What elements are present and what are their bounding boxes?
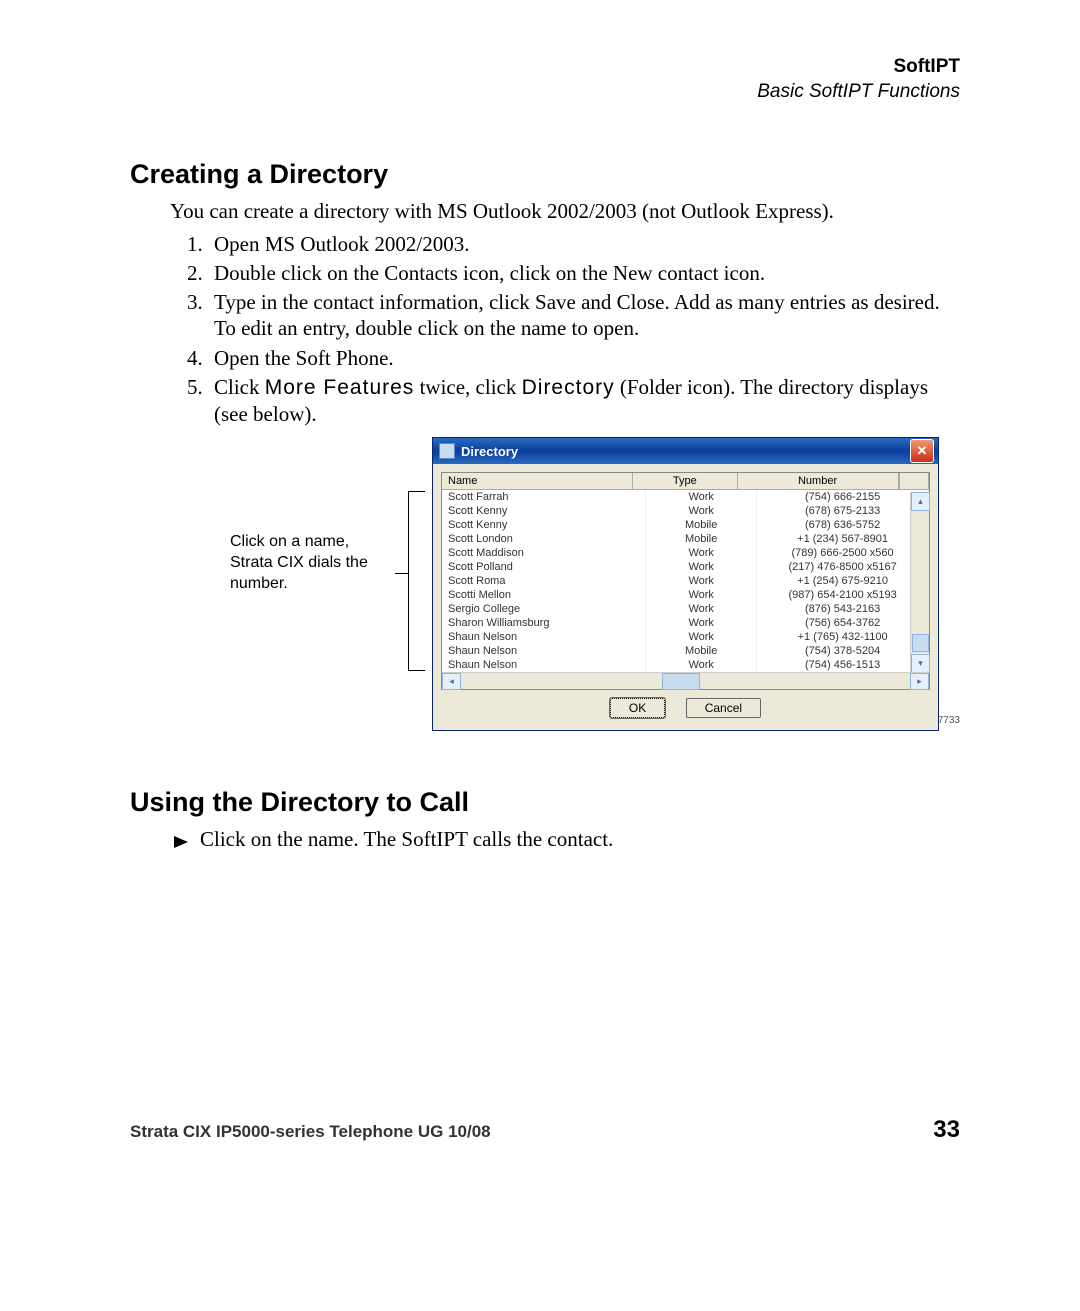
table-row[interactable]: Sergio CollegeWork(876) 543-2163: [442, 602, 929, 616]
section-heading-1: Creating a Directory: [130, 159, 960, 190]
figure-caption: Click on a name, Strata CIX dials the nu…: [230, 532, 395, 594]
hscroll-thumb[interactable]: [662, 673, 700, 690]
intro-text: You can create a directory with MS Outlo…: [170, 198, 960, 224]
header-title: SoftIPT: [130, 55, 960, 80]
scroll-down-icon[interactable]: ▾: [911, 654, 930, 673]
table-row[interactable]: Scott PollandWork(217) 476-8500 x5167: [442, 560, 929, 574]
table-row[interactable]: Shaun NelsonWork(754) 456-1513: [442, 658, 929, 672]
table-row[interactable]: Scott LondonMobile+1 (234) 567-8901: [442, 532, 929, 546]
scroll-thumb[interactable]: [912, 634, 929, 652]
step-5: Click More Features twice, click Directo…: [208, 374, 960, 428]
table-row[interactable]: Shaun NelsonMobile(754) 378-5204: [442, 644, 929, 658]
footer-left: Strata CIX IP5000-series Telephone UG 10…: [130, 1122, 491, 1142]
table-row[interactable]: Scott KennyMobile(678) 636-5752: [442, 518, 929, 532]
cancel-button[interactable]: Cancel: [686, 698, 761, 718]
col-name[interactable]: Name: [442, 473, 633, 489]
step-2: Double click on the Contacts icon, click…: [208, 260, 960, 286]
col-type[interactable]: Type: [633, 473, 737, 489]
header-subtitle: Basic SoftIPT Functions: [130, 80, 960, 105]
bullet-line: Click on the name. The SoftIPT calls the…: [170, 826, 960, 852]
table-row[interactable]: Scott FarrahWork(754) 666-2155: [442, 490, 929, 504]
ok-button[interactable]: OK: [610, 698, 665, 718]
figure-number: 7733: [938, 715, 960, 726]
dialog-titlebar[interactable]: Directory ✕: [433, 438, 938, 464]
table-row[interactable]: Scotti MellonWork(987) 654-2100 x5193: [442, 588, 929, 602]
scroll-up-icon[interactable]: ▴: [911, 492, 930, 511]
step-4: Open the Soft Phone.: [208, 345, 960, 371]
page-number: 33: [933, 1116, 960, 1144]
dialog-title: Directory: [461, 444, 518, 459]
directory-table: Name Type Number Scott FarrahWork(754) 6…: [441, 472, 930, 690]
section-heading-2: Using the Directory to Call: [130, 787, 960, 818]
table-row[interactable]: Scott RomaWork+1 (254) 675-9210: [442, 574, 929, 588]
scroll-right-icon[interactable]: ▸: [910, 673, 929, 690]
scroll-left-icon[interactable]: ◂: [442, 673, 461, 690]
table-row[interactable]: Sharon WilliamsburgWork(756) 654-3762: [442, 616, 929, 630]
bracket-icon: [408, 491, 425, 671]
vertical-scrollbar[interactable]: ▴ ▾: [910, 492, 929, 673]
step-1: Open MS Outlook 2002/2003.: [208, 231, 960, 257]
close-icon[interactable]: ✕: [910, 439, 934, 463]
table-row[interactable]: Scott KennyWork(678) 675-2133: [442, 504, 929, 518]
table-row[interactable]: Shaun NelsonWork+1 (765) 432-1100: [442, 630, 929, 644]
col-number[interactable]: Number: [738, 473, 899, 489]
arrow-icon: [174, 836, 188, 848]
dialog-icon: [439, 443, 455, 459]
table-row[interactable]: Scott MaddisonWork(789) 666-2500 x560: [442, 546, 929, 560]
horizontal-scrollbar[interactable]: ◂ ▸: [442, 672, 929, 689]
steps-list: Open MS Outlook 2002/2003. Double click …: [170, 231, 960, 428]
figure: Click on a name, Strata CIX dials the nu…: [170, 437, 960, 752]
step-3: Type in the contact information, click S…: [208, 289, 960, 342]
directory-dialog: Directory ✕ Name Type Number Scott Farra…: [432, 437, 939, 731]
